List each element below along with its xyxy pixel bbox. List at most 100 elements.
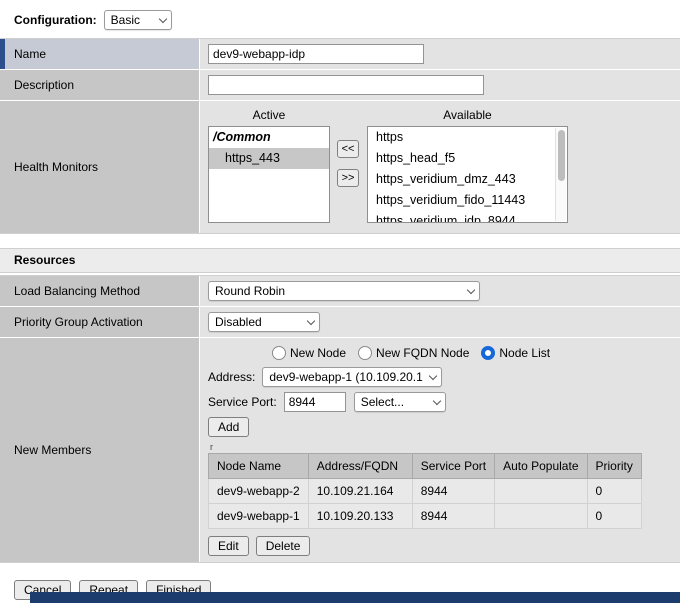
delete-button[interactable]: Delete bbox=[256, 536, 311, 556]
scrollbar[interactable] bbox=[555, 128, 566, 221]
description-input[interactable] bbox=[208, 75, 484, 95]
load-balancing-label-cell: Load Balancing Method bbox=[0, 276, 200, 306]
name-label: Name bbox=[14, 47, 46, 61]
address-select-value: dev9-webapp-1 (10.109.20.133) bbox=[269, 370, 423, 384]
name-row: Name bbox=[0, 39, 680, 70]
available-monitor-item[interactable]: https_head_f5 bbox=[368, 148, 567, 169]
cell-node-name: dev9-webapp-2 bbox=[209, 479, 309, 504]
cell-auto-populate bbox=[495, 504, 587, 529]
chevron-down-icon bbox=[432, 396, 440, 404]
available-header: Available bbox=[367, 108, 568, 122]
new-fqdn-node-radio[interactable] bbox=[358, 346, 372, 360]
available-monitors-listbox[interactable]: https https_head_f5 https_veridium_dmz_4… bbox=[367, 126, 568, 223]
chevron-down-icon bbox=[467, 285, 475, 293]
radio-option-new-fqdn-node[interactable]: New FQDN Node bbox=[358, 346, 469, 360]
partition-group-label: /Common bbox=[209, 127, 329, 148]
active-monitors-listbox[interactable]: /Common https_443 bbox=[208, 126, 330, 223]
description-label-cell: Description bbox=[0, 70, 200, 100]
priority-group-label-cell: Priority Group Activation bbox=[0, 307, 200, 337]
chevron-down-icon bbox=[307, 316, 315, 324]
name-input[interactable] bbox=[208, 44, 424, 64]
new-node-radio-label: New Node bbox=[290, 346, 346, 360]
new-fqdn-node-radio-label: New FQDN Node bbox=[376, 346, 469, 360]
new-members-label-cell: New Members bbox=[0, 338, 200, 562]
name-label-cell: Name bbox=[0, 39, 200, 69]
header-service-port: Service Port bbox=[412, 454, 494, 479]
configuration-select-value: Basic bbox=[111, 13, 153, 27]
load-balancing-select-value: Round Robin bbox=[215, 284, 461, 298]
active-monitor-item[interactable]: https_443 bbox=[209, 148, 329, 169]
header-auto-populate: Auto Populate bbox=[495, 454, 587, 479]
header-address-fqdn: Address/FQDN bbox=[308, 454, 412, 479]
move-to-active-button[interactable]: << bbox=[337, 140, 359, 158]
monitor-move-buttons: << >> bbox=[337, 140, 359, 187]
cell-auto-populate bbox=[495, 479, 587, 504]
description-row: Description bbox=[0, 70, 680, 101]
move-to-available-button[interactable]: >> bbox=[337, 169, 359, 187]
cell-service-port: 8944 bbox=[412, 504, 494, 529]
configuration-label: Configuration: bbox=[14, 13, 97, 27]
health-monitors-label: Health Monitors bbox=[14, 160, 98, 174]
add-line: Add bbox=[208, 417, 672, 437]
priority-group-select-value: Disabled bbox=[215, 315, 301, 329]
address-line: Address: dev9-webapp-1 (10.109.20.133) bbox=[208, 367, 672, 387]
name-value-cell bbox=[200, 39, 680, 69]
chevron-down-icon bbox=[429, 371, 437, 379]
cell-node-name: dev9-webapp-1 bbox=[209, 504, 309, 529]
service-port-line: Service Port: Select... bbox=[208, 392, 672, 412]
health-monitors-row: Health Monitors Active /Common https_443… bbox=[0, 101, 680, 233]
cell-address: 10.109.21.164 bbox=[308, 479, 412, 504]
service-port-select-value: Select... bbox=[361, 395, 427, 409]
active-monitors-column: Active /Common https_443 bbox=[208, 108, 330, 223]
scrollbar-thumb[interactable] bbox=[558, 130, 565, 181]
available-monitor-item[interactable]: https_veridium_idp_8944 bbox=[368, 211, 567, 223]
available-monitor-item[interactable]: https bbox=[368, 127, 567, 148]
radio-option-node-list[interactable]: Node List bbox=[481, 346, 550, 360]
description-value-cell bbox=[200, 70, 680, 100]
new-members-label: New Members bbox=[14, 443, 91, 457]
header-node-name: Node Name bbox=[209, 454, 309, 479]
new-members-row: New Members New Node New FQDN Node Node … bbox=[0, 338, 680, 562]
address-label: Address: bbox=[208, 370, 255, 384]
service-port-label: Service Port: bbox=[208, 395, 277, 409]
configuration-select[interactable]: Basic bbox=[104, 10, 172, 30]
address-select[interactable]: dev9-webapp-1 (10.109.20.133) bbox=[262, 367, 442, 387]
resources-table: Load Balancing Method Round Robin Priori… bbox=[0, 275, 680, 563]
member-row[interactable]: dev9-webapp-2 10.109.21.164 8944 0 bbox=[209, 479, 642, 504]
health-monitors-label-cell: Health Monitors bbox=[0, 101, 200, 233]
chevron-down-icon bbox=[158, 14, 166, 22]
new-members-value-cell: New Node New FQDN Node Node List Address… bbox=[200, 338, 680, 562]
priority-group-value-cell: Disabled bbox=[200, 307, 680, 337]
members-table: Node Name Address/FQDN Service Port Auto… bbox=[208, 453, 642, 529]
bottom-bar bbox=[30, 592, 680, 603]
member-row[interactable]: dev9-webapp-1 10.109.20.133 8944 0 bbox=[209, 504, 642, 529]
cell-service-port: 8944 bbox=[412, 479, 494, 504]
edit-button[interactable]: Edit bbox=[208, 536, 249, 556]
add-button[interactable]: Add bbox=[208, 417, 249, 437]
priority-group-select[interactable]: Disabled bbox=[208, 312, 320, 332]
load-balancing-select[interactable]: Round Robin bbox=[208, 281, 480, 301]
header-priority: Priority bbox=[587, 454, 641, 479]
available-monitor-item[interactable]: https_veridium_fido_11443 bbox=[368, 190, 567, 211]
available-monitor-item[interactable]: https_veridium_dmz_443 bbox=[368, 169, 567, 190]
stray-text: r bbox=[210, 442, 672, 452]
radio-option-new-node[interactable]: New Node bbox=[272, 346, 346, 360]
load-balancing-label: Load Balancing Method bbox=[14, 284, 140, 298]
node-list-radio-label: Node List bbox=[499, 346, 550, 360]
member-type-radio-group: New Node New FQDN Node Node List bbox=[272, 346, 672, 360]
load-balancing-value-cell: Round Robin bbox=[200, 276, 680, 306]
service-port-select[interactable]: Select... bbox=[354, 392, 446, 412]
load-balancing-row: Load Balancing Method Round Robin bbox=[0, 276, 680, 307]
active-header: Active bbox=[208, 108, 330, 122]
general-properties-table: Name Description Health Monitors Active … bbox=[0, 38, 680, 234]
configuration-row: Configuration: Basic bbox=[0, 0, 680, 38]
service-port-input[interactable] bbox=[284, 392, 346, 412]
new-node-radio[interactable] bbox=[272, 346, 286, 360]
resources-section-header: Resources bbox=[0, 248, 680, 273]
description-label: Description bbox=[14, 78, 74, 92]
edit-delete-line: Edit Delete bbox=[208, 536, 672, 556]
node-list-radio[interactable] bbox=[481, 346, 495, 360]
health-monitors-value-cell: Active /Common https_443 << >> Available… bbox=[200, 101, 680, 233]
priority-group-label: Priority Group Activation bbox=[14, 315, 143, 329]
required-indicator bbox=[0, 39, 5, 69]
